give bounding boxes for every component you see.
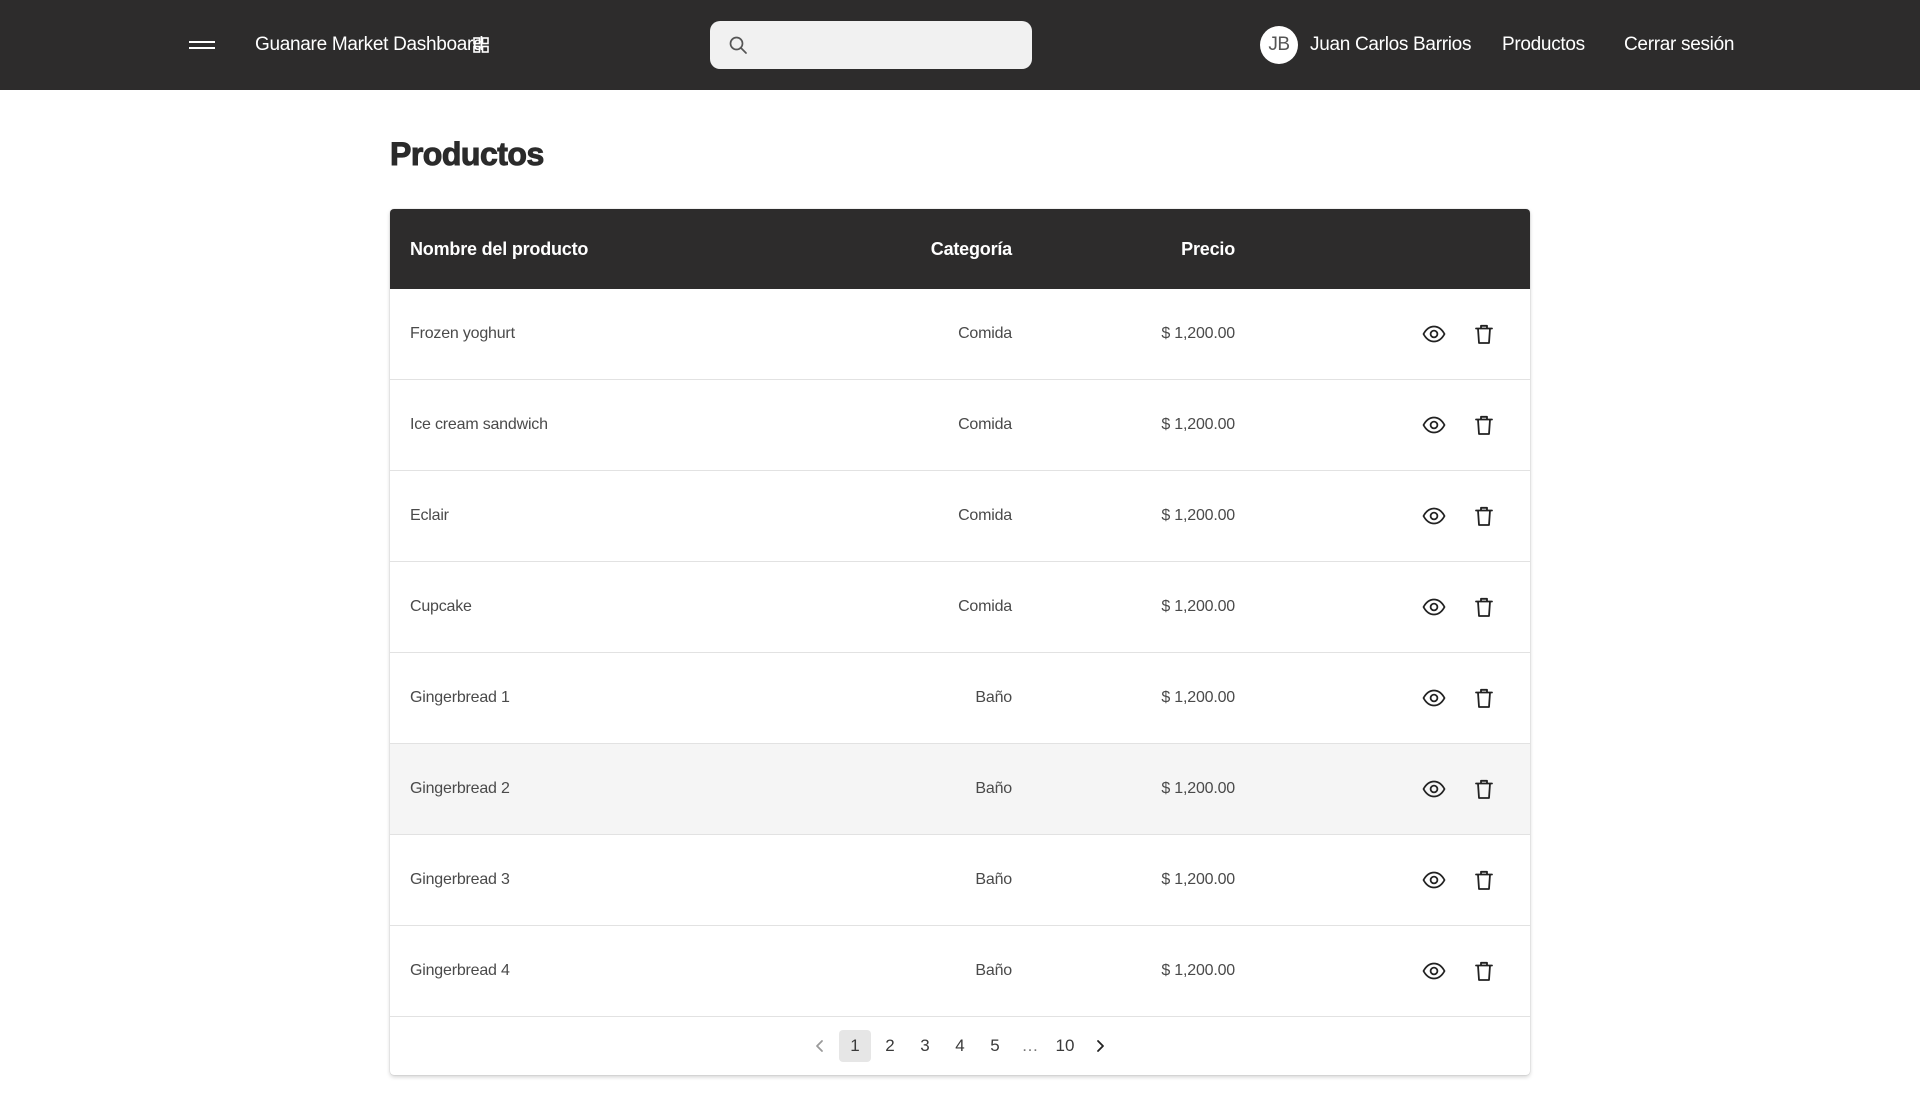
table-row: Cupcake Comida $ 1,200.00 <box>390 562 1530 653</box>
products-table: Nombre del producto Categoría Precio Fro… <box>390 209 1530 1075</box>
product-category: Baño <box>975 871 1012 888</box>
eye-icon[interactable] <box>1422 322 1446 346</box>
product-price: $ 1,200.00 <box>1161 598 1235 615</box>
user-name: Juan Carlos Barrios <box>1310 34 1472 55</box>
pagination: 1 2 3 4 5 … 10 <box>390 1017 1530 1075</box>
dashboard-grid-icon[interactable] <box>473 37 489 53</box>
eye-icon[interactable] <box>1422 504 1446 528</box>
product-price: $ 1,200.00 <box>1161 507 1235 524</box>
product-category: Comida <box>958 598 1012 615</box>
table-body: Frozen yoghurt Comida $ 1,200.00 Ice cre… <box>390 289 1530 1017</box>
eye-icon[interactable] <box>1422 959 1446 983</box>
page-button-5[interactable]: 5 <box>979 1030 1011 1062</box>
product-name: Gingerbread 2 <box>410 780 510 797</box>
top-bar: Guanare Market Dashboard JB Juan Carlos … <box>0 0 1920 90</box>
search-input[interactable] <box>760 29 1016 61</box>
product-price: $ 1,200.00 <box>1161 780 1235 797</box>
product-name: Cupcake <box>410 598 472 615</box>
product-name: Gingerbread 3 <box>410 871 510 888</box>
product-name: Gingerbread 1 <box>410 689 510 706</box>
nav-link-productos[interactable]: Productos <box>1502 33 1585 57</box>
column-header-price: Precio <box>1181 239 1235 259</box>
eye-icon[interactable] <box>1422 595 1446 619</box>
page-button-10[interactable]: 10 <box>1049 1030 1081 1062</box>
table-row: Gingerbread 2 Baño $ 1,200.00 <box>390 744 1530 835</box>
table-header: Nombre del producto Categoría Precio <box>390 209 1530 289</box>
column-header-category: Categoría <box>930 239 1012 259</box>
table-row: Ice cream sandwich Comida $ 1,200.00 <box>390 380 1530 471</box>
page-button-4[interactable]: 4 <box>944 1030 976 1062</box>
search-icon <box>729 36 747 54</box>
trash-icon[interactable] <box>1472 868 1496 892</box>
avatar[interactable]: JB <box>1260 26 1298 64</box>
trash-icon[interactable] <box>1472 504 1496 528</box>
table-row: Eclair Comida $ 1,200.00 <box>390 471 1530 562</box>
product-category: Comida <box>958 416 1012 433</box>
trash-icon[interactable] <box>1472 777 1496 801</box>
eye-icon[interactable] <box>1422 868 1446 892</box>
eye-icon[interactable] <box>1422 413 1446 437</box>
table-row: Frozen yoghurt Comida $ 1,200.00 <box>390 289 1530 380</box>
trash-icon[interactable] <box>1472 686 1496 710</box>
page-button-1[interactable]: 1 <box>839 1030 871 1062</box>
trash-icon[interactable] <box>1472 595 1496 619</box>
page-title: Productos <box>390 136 545 173</box>
product-price: $ 1,200.00 <box>1161 962 1235 979</box>
page-ellipsis: … <box>1021 1036 1039 1055</box>
page-button-2[interactable]: 2 <box>874 1030 906 1062</box>
product-category: Comida <box>958 325 1012 342</box>
product-category: Comida <box>958 507 1012 524</box>
trash-icon[interactable] <box>1472 322 1496 346</box>
product-price: $ 1,200.00 <box>1161 325 1235 342</box>
product-category: Baño <box>975 689 1012 706</box>
table-row: Gingerbread 3 Baño $ 1,200.00 <box>390 835 1530 926</box>
trash-icon[interactable] <box>1472 413 1496 437</box>
product-category: Baño <box>975 780 1012 797</box>
product-price: $ 1,200.00 <box>1161 689 1235 706</box>
product-price: $ 1,200.00 <box>1161 871 1235 888</box>
product-name: Frozen yoghurt <box>410 325 515 342</box>
table-row: Gingerbread 1 Baño $ 1,200.00 <box>390 653 1530 744</box>
app-title: Guanare Market Dashboard <box>255 34 484 55</box>
menu-icon[interactable] <box>189 34 215 56</box>
next-page-icon[interactable] <box>1088 1030 1112 1062</box>
product-name: Ice cream sandwich <box>410 416 548 433</box>
table-row: Gingerbread 4 Baño $ 1,200.00 <box>390 926 1530 1017</box>
product-name: Eclair <box>410 507 449 524</box>
trash-icon[interactable] <box>1472 959 1496 983</box>
product-category: Baño <box>975 962 1012 979</box>
product-price: $ 1,200.00 <box>1161 416 1235 433</box>
page-button-3[interactable]: 3 <box>909 1030 941 1062</box>
column-header-name: Nombre del producto <box>410 239 589 259</box>
product-name: Gingerbread 4 <box>410 962 510 979</box>
search-box <box>710 21 1032 69</box>
previous-page-icon[interactable] <box>808 1030 832 1062</box>
logout-link[interactable]: Cerrar sesión <box>1624 33 1734 57</box>
eye-icon[interactable] <box>1422 686 1446 710</box>
eye-icon[interactable] <box>1422 777 1446 801</box>
